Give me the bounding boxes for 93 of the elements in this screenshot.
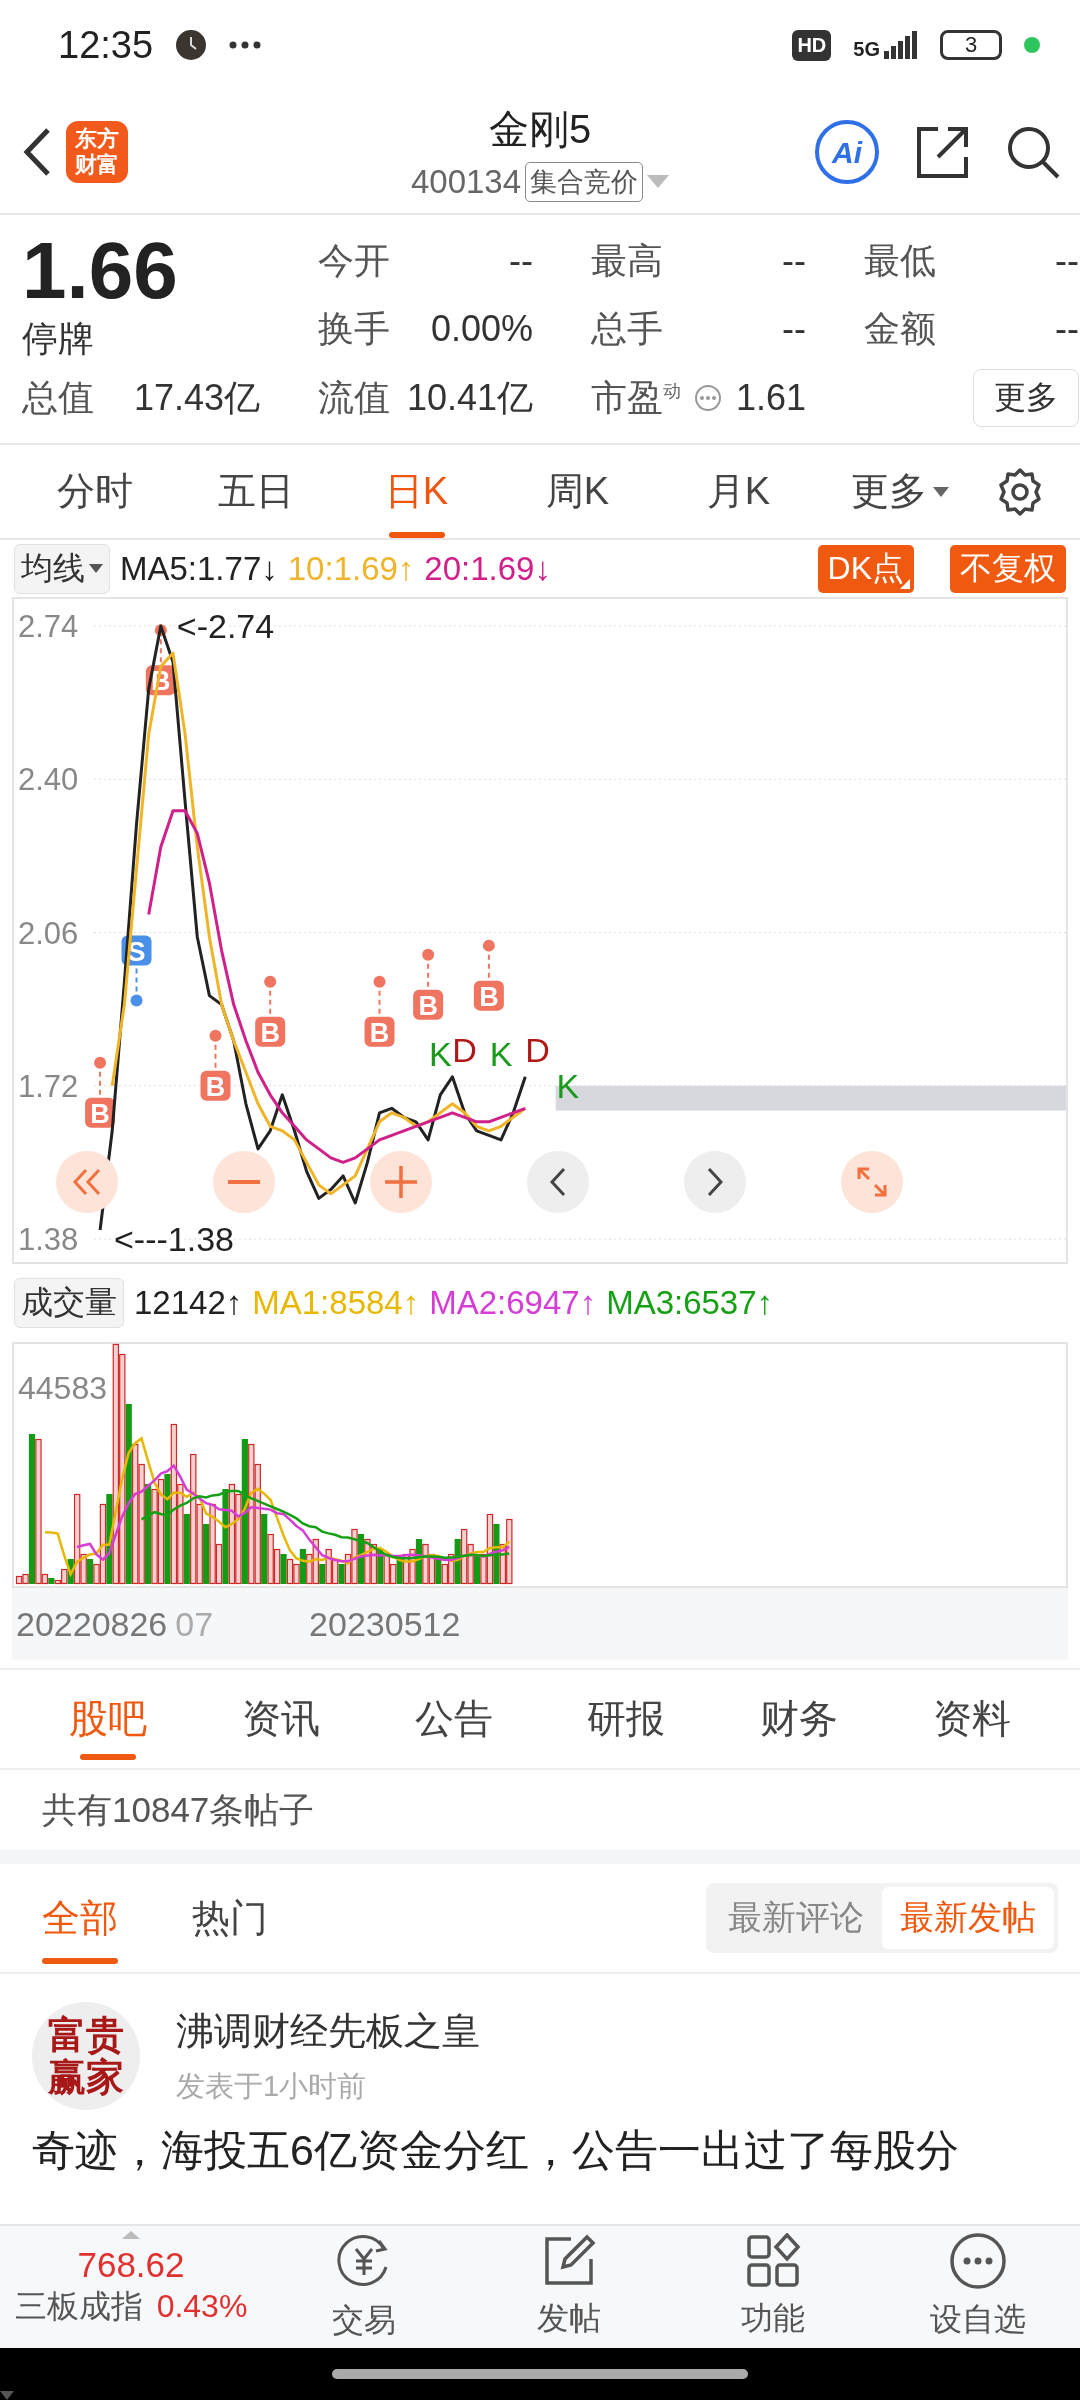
post-content[interactable]: 奇迹，海投五6亿资金分红，公告一出过了每股分 — [32, 2122, 1050, 2180]
field-value: 0.00% — [430, 308, 533, 350]
indicator-value: MA2:6947↑ — [429, 1284, 597, 1322]
user-avatar[interactable]: 富贵赢家 — [32, 2002, 140, 2110]
field-label: 今开 — [318, 238, 390, 283]
minus-icon — [228, 1180, 260, 1184]
field-label: 总值 — [22, 375, 94, 420]
field-value: -- — [1055, 240, 1079, 282]
field-label: 总手 — [591, 306, 663, 351]
axis-tick-label: 44583 — [18, 1370, 107, 1407]
section-tab[interactable]: 资讯 — [194, 1670, 368, 1768]
axis-tick-label: 2.06 — [18, 915, 79, 951]
trading-status: 停牌 — [22, 317, 95, 361]
index-name[interactable]: 三板成指 — [14, 2285, 143, 2329]
k-marker: K — [428, 1035, 452, 1074]
back-icon[interactable] — [22, 126, 52, 177]
date-label: 20230512 — [309, 1604, 461, 1644]
period-tab[interactable]: 五日 — [175, 445, 336, 538]
nav-item[interactable]: 功能 — [671, 2232, 876, 2342]
double-chevron-icon — [72, 1168, 102, 1196]
search-icon[interactable] — [1006, 124, 1060, 179]
indicator-value: 20:1.69↓ — [424, 549, 551, 588]
index-change: 0.43% — [156, 2288, 248, 2325]
volume-value: 12142↑ — [134, 1284, 243, 1322]
field-label: 最低 — [864, 238, 936, 283]
section-tab[interactable]: 研报 — [540, 1670, 713, 1768]
d-marker: D — [525, 1030, 550, 1069]
stock-title: 金刚5 — [488, 106, 592, 153]
k-marker: K — [489, 1035, 513, 1074]
field-label: 最高 — [591, 238, 663, 283]
field-label: 流值 — [318, 375, 390, 420]
stock-code: 400134 — [410, 163, 522, 201]
high-price-label: <-2.74 — [176, 607, 275, 646]
d-marker: D — [452, 1030, 477, 1069]
field-value: 1.61 — [735, 377, 806, 419]
date-label: 20220826 — [16, 1604, 168, 1644]
plus-icon — [385, 1166, 417, 1198]
period-tab[interactable]: 月K — [658, 445, 819, 538]
field-label: 市盈$^{动}$ — [591, 375, 681, 420]
status-tag: 集合竞价 — [525, 162, 644, 202]
axis-tick-label: 1.38 — [18, 1222, 79, 1257]
period-tab[interactable]: 周K — [497, 445, 658, 538]
post-time: 发表于1小时前 — [176, 2068, 368, 2104]
battery-icon: 3 — [940, 30, 1002, 60]
nav-item[interactable]: 交易 — [262, 2230, 467, 2344]
share-icon[interactable] — [916, 124, 970, 179]
field-label: 金额 — [864, 306, 936, 351]
clock-time: 12:35 — [58, 23, 154, 67]
signal-icon — [884, 31, 918, 59]
more-icon — [229, 41, 262, 49]
axis-tick-label: 2.40 — [18, 762, 79, 798]
k-marker: K — [556, 1066, 580, 1105]
last-price: 1.66 — [22, 227, 179, 315]
period-tab[interactable]: 更多 — [819, 445, 980, 538]
indicator-value: 10:1.69↑ — [287, 549, 415, 588]
ai-assistant-icon[interactable]: Ai — [814, 118, 880, 185]
axis-tick-label: 1.72 — [18, 1068, 79, 1104]
apps-icon — [745, 2233, 802, 2289]
indicator-value: MA3:6537↑ — [606, 1284, 774, 1322]
date-label: 07 — [175, 1604, 214, 1644]
field-value: 17.43亿 — [133, 375, 260, 420]
indicator-selector[interactable]: 均线 — [14, 543, 110, 594]
status-dot — [1024, 37, 1040, 53]
more-icon[interactable] — [694, 384, 723, 412]
field-value: 10.41亿 — [406, 375, 533, 420]
field-label: 换手 — [318, 306, 390, 351]
section-tab[interactable]: 资料 — [885, 1670, 1059, 1768]
axis-tick-label: 2.74 — [18, 609, 79, 645]
more-button[interactable]: 更多 — [973, 369, 1079, 427]
more-icon — [948, 2232, 1007, 2290]
nav-item[interactable]: 设自选 — [875, 2231, 1080, 2343]
field-value: -- — [1055, 308, 1079, 350]
indicator-value: MA5:1.77↓ — [120, 549, 278, 588]
section-tab[interactable]: 公告 — [367, 1670, 540, 1768]
index-value[interactable]: 768.62 — [77, 2245, 185, 2285]
low-price-label: <---1.38 — [114, 1220, 234, 1258]
clock-icon — [175, 29, 208, 61]
hd-badge: HD — [792, 29, 832, 61]
author-name[interactable]: 沸调财经先板之皇 — [176, 2005, 480, 2057]
chevron-left-icon — [550, 1167, 566, 1197]
network-type: 5G — [853, 39, 880, 59]
field-value: -- — [782, 308, 806, 350]
expand-icon — [856, 1166, 888, 1198]
filter-tab[interactable]: 热门 — [170, 1864, 290, 1972]
field-value: -- — [509, 240, 533, 282]
post-count: 共有10847条帖子 — [42, 1788, 315, 1831]
period-tab[interactable]: 分时 — [14, 445, 175, 538]
field-value: -- — [782, 240, 806, 282]
chevron-right-icon — [707, 1167, 723, 1197]
nav-item[interactable]: 发帖 — [466, 2232, 671, 2342]
app-logo: 东方财富 — [66, 120, 128, 183]
indicator-value: MA1:8584↑ — [252, 1284, 420, 1322]
section-tab[interactable]: 财务 — [712, 1670, 886, 1768]
